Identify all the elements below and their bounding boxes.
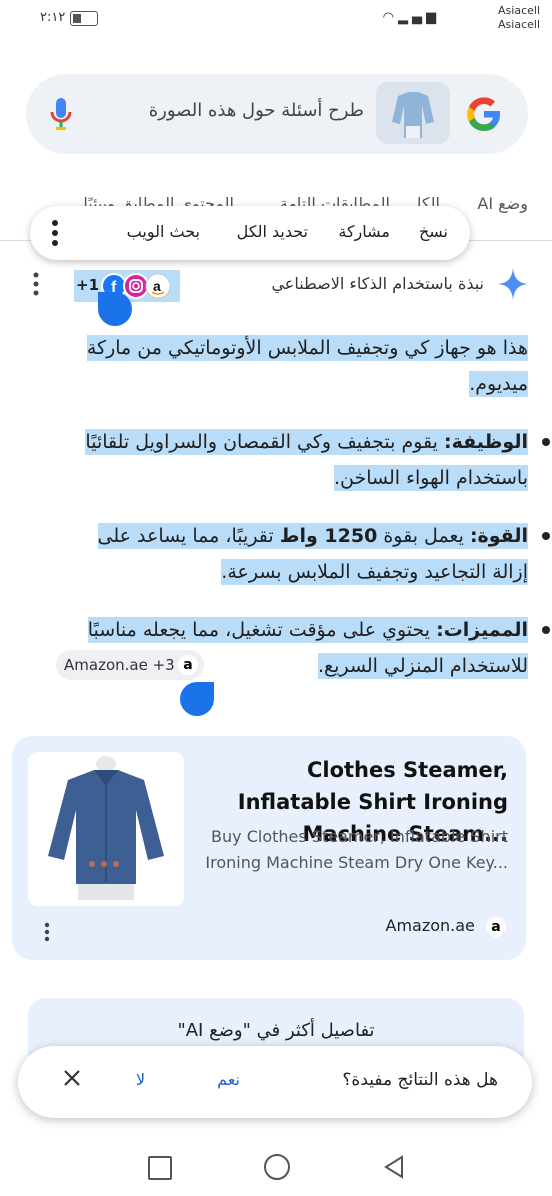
bullet-dot	[542, 532, 550, 540]
bullet-label: القوة:	[469, 525, 528, 547]
ai-overview-title: نبذة باستخدام الذكاء الاصطناعي	[271, 274, 484, 293]
bullet-pre: يعمل بقوة	[377, 525, 470, 547]
source-chip[interactable]: Amazon.ae +3 a	[56, 650, 204, 680]
bullet-label: المميزات:	[436, 619, 528, 641]
image-search-bar[interactable]: طرح أسئلة حول هذه الصورة	[26, 74, 528, 154]
menu-share[interactable]: مشاركة	[338, 222, 390, 241]
more-options-icon[interactable]	[52, 220, 58, 246]
search-input[interactable]: طرح أسئلة حول هذه الصورة	[149, 100, 364, 121]
mic-icon[interactable]	[48, 96, 74, 132]
card-options-icon[interactable]	[44, 922, 50, 942]
home-icon[interactable]	[264, 1154, 290, 1180]
bullet-dot	[542, 438, 550, 446]
battery-icon	[70, 11, 98, 26]
amazon-icon: a	[486, 917, 506, 937]
bullet-function: الوظيفة: يقوم بتجفيف وكي القمصان والسراو…	[58, 424, 550, 496]
intro-text: هذا هو جهاز كي وتجفيف الملابس الأوتوماتي…	[86, 335, 528, 397]
carrier-1: Asiacell	[498, 4, 540, 17]
system-nav-bar	[0, 1140, 552, 1196]
feedback-no-button[interactable]: لا	[136, 1070, 145, 1089]
text-selection-menu: نسخ مشاركة تحديد الكل بحث الويب	[30, 206, 470, 260]
menu-select-all[interactable]: تحديد الكل	[237, 222, 308, 241]
ai-overview-intro: هذا هو جهاز كي وتجفيف الملابس الأوتوماتي…	[38, 330, 528, 402]
bullet-bold: 1250 واط	[279, 525, 378, 547]
feedback-question: هل هذه النتائج مفيدة؟	[342, 1070, 498, 1090]
menu-web-search[interactable]: بحث الويب	[127, 222, 200, 241]
back-icon[interactable]	[382, 1154, 406, 1180]
selection-start-handle[interactable]	[98, 292, 132, 326]
bullet-label: الوظيفة:	[443, 431, 528, 453]
close-icon[interactable]	[62, 1068, 82, 1088]
status-bar: ٢:١٢ ◠▂▄▆ Asiacell Asiacell	[0, 0, 552, 40]
query-image-thumbnail[interactable]	[376, 82, 450, 144]
carrier-labels: Asiacell Asiacell	[498, 4, 540, 32]
shirt-thumbnail-icon	[376, 82, 450, 144]
carrier-2: Asiacell	[498, 18, 540, 31]
google-logo-icon[interactable]	[464, 94, 504, 134]
feedback-bar: هل هذه النتائج مفيدة؟ نعم لا	[18, 1046, 532, 1118]
product-description: Buy Clothes Steamer, Inflatable Shirt Ir…	[205, 827, 508, 872]
sources-more-count: +1	[76, 276, 100, 294]
bullet-power: القوة: يعمل بقوة 1250 واط تقريبًا، مما ي…	[58, 518, 550, 590]
menu-copy[interactable]: نسخ	[419, 222, 448, 241]
shirt-image-icon	[28, 752, 184, 906]
status-time: ٢:١٢	[40, 10, 66, 25]
status-icons: ◠▂▄▆	[383, 10, 440, 25]
product-image[interactable]	[28, 752, 184, 906]
sparkle-icon	[498, 268, 528, 300]
selection-end-handle[interactable]	[180, 682, 214, 716]
source-chip-label: Amazon.ae +3	[64, 656, 175, 674]
product-source[interactable]: Amazon.ae a	[385, 916, 506, 937]
ai-mode-more-text: تفاصيل أكثر في "وضع AI"	[177, 1020, 375, 1041]
product-card[interactable]: Clothes Steamer, Inflatable Shirt Ironin…	[12, 736, 526, 960]
product-source-name: Amazon.ae	[385, 916, 475, 935]
signal-icon: ▂▄▆	[398, 10, 440, 25]
svg-text:a: a	[153, 278, 161, 294]
ai-overview-options-icon[interactable]	[32, 272, 40, 296]
tab-ai-mode[interactable]: وضع AI	[477, 194, 528, 213]
wifi-icon: ◠	[382, 10, 398, 25]
ai-overview-header: نبذة باستخدام الذكاء الاصطناعي +1 f a	[0, 266, 552, 306]
amazon-icon: a	[178, 655, 198, 675]
recents-icon[interactable]	[148, 1156, 172, 1180]
bullet-dot	[542, 626, 550, 634]
feedback-yes-button[interactable]: نعم	[217, 1070, 240, 1089]
